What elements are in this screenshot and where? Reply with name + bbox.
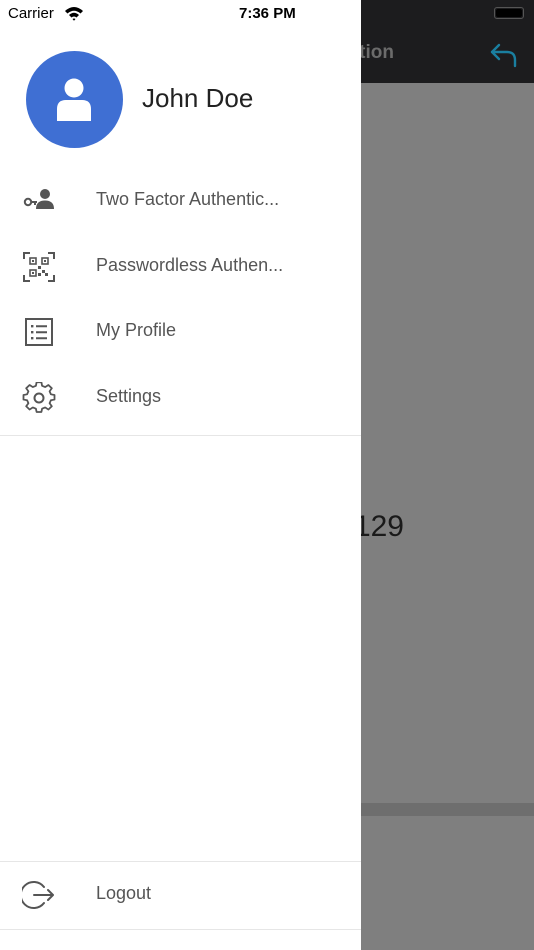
divider <box>0 435 361 436</box>
back-arrow-icon[interactable] <box>489 42 519 68</box>
menu-item-label: Two Factor Authentic... <box>96 189 280 209</box>
menu-item-passwordless[interactable]: Passwordless Authen... <box>0 233 361 299</box>
list-icon <box>25 318 53 346</box>
menu-item-label: My Profile <box>96 320 177 340</box>
menu-item-two-factor[interactable]: Two Factor Authentic... <box>0 167 361 233</box>
logout-button[interactable]: Logout <box>0 861 361 927</box>
user-name: John Doe <box>142 83 254 113</box>
navigation-drawer: Carrier 7:36 PM John Doe Two Factor Auth… <box>0 0 361 950</box>
carrier-label: Carrier <box>8 5 54 22</box>
menu-item-label: Settings <box>96 386 162 406</box>
logout-label: Logout <box>96 883 152 903</box>
logout-icon <box>22 881 54 909</box>
menu-item-my-profile[interactable]: My Profile <box>0 298 361 364</box>
profile-header: John Doe <box>0 49 361 149</box>
user-icon <box>57 78 91 121</box>
menu-item-settings[interactable]: Settings <box>0 364 361 430</box>
avatar[interactable] <box>26 51 123 148</box>
divider <box>0 929 361 930</box>
gear-icon <box>22 382 56 413</box>
background-bar <box>361 803 534 816</box>
status-bar: Carrier 7:36 PM <box>0 0 361 28</box>
qr-code-icon <box>23 252 55 282</box>
menu-item-label: Passwordless Authen... <box>96 255 284 275</box>
battery-icon <box>494 7 524 19</box>
wifi-icon <box>65 7 83 21</box>
status-time: 7:36 PM <box>239 5 296 22</box>
key-user-icon <box>23 189 54 209</box>
